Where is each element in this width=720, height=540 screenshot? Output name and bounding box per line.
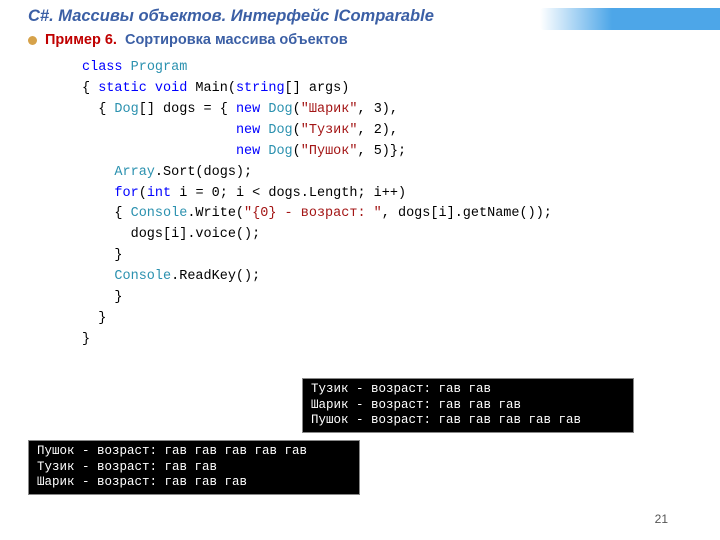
header-decoration bbox=[540, 8, 720, 30]
kw-class: class bbox=[82, 60, 123, 75]
type-name: Program bbox=[131, 60, 188, 75]
code-block: class Program { static void Main(string[… bbox=[0, 48, 720, 351]
example-text: Сортировка массива объектов bbox=[125, 32, 348, 48]
bullet-icon bbox=[28, 36, 37, 45]
example-label: Пример 6. bbox=[45, 32, 117, 48]
console-output-sorted: Тузик - возраст: гав гав Шарик - возраст… bbox=[302, 378, 634, 433]
console-output-unsorted: Пушок - возраст: гав гав гав гав гав Туз… bbox=[28, 440, 360, 495]
page-number: 21 bbox=[655, 512, 668, 526]
